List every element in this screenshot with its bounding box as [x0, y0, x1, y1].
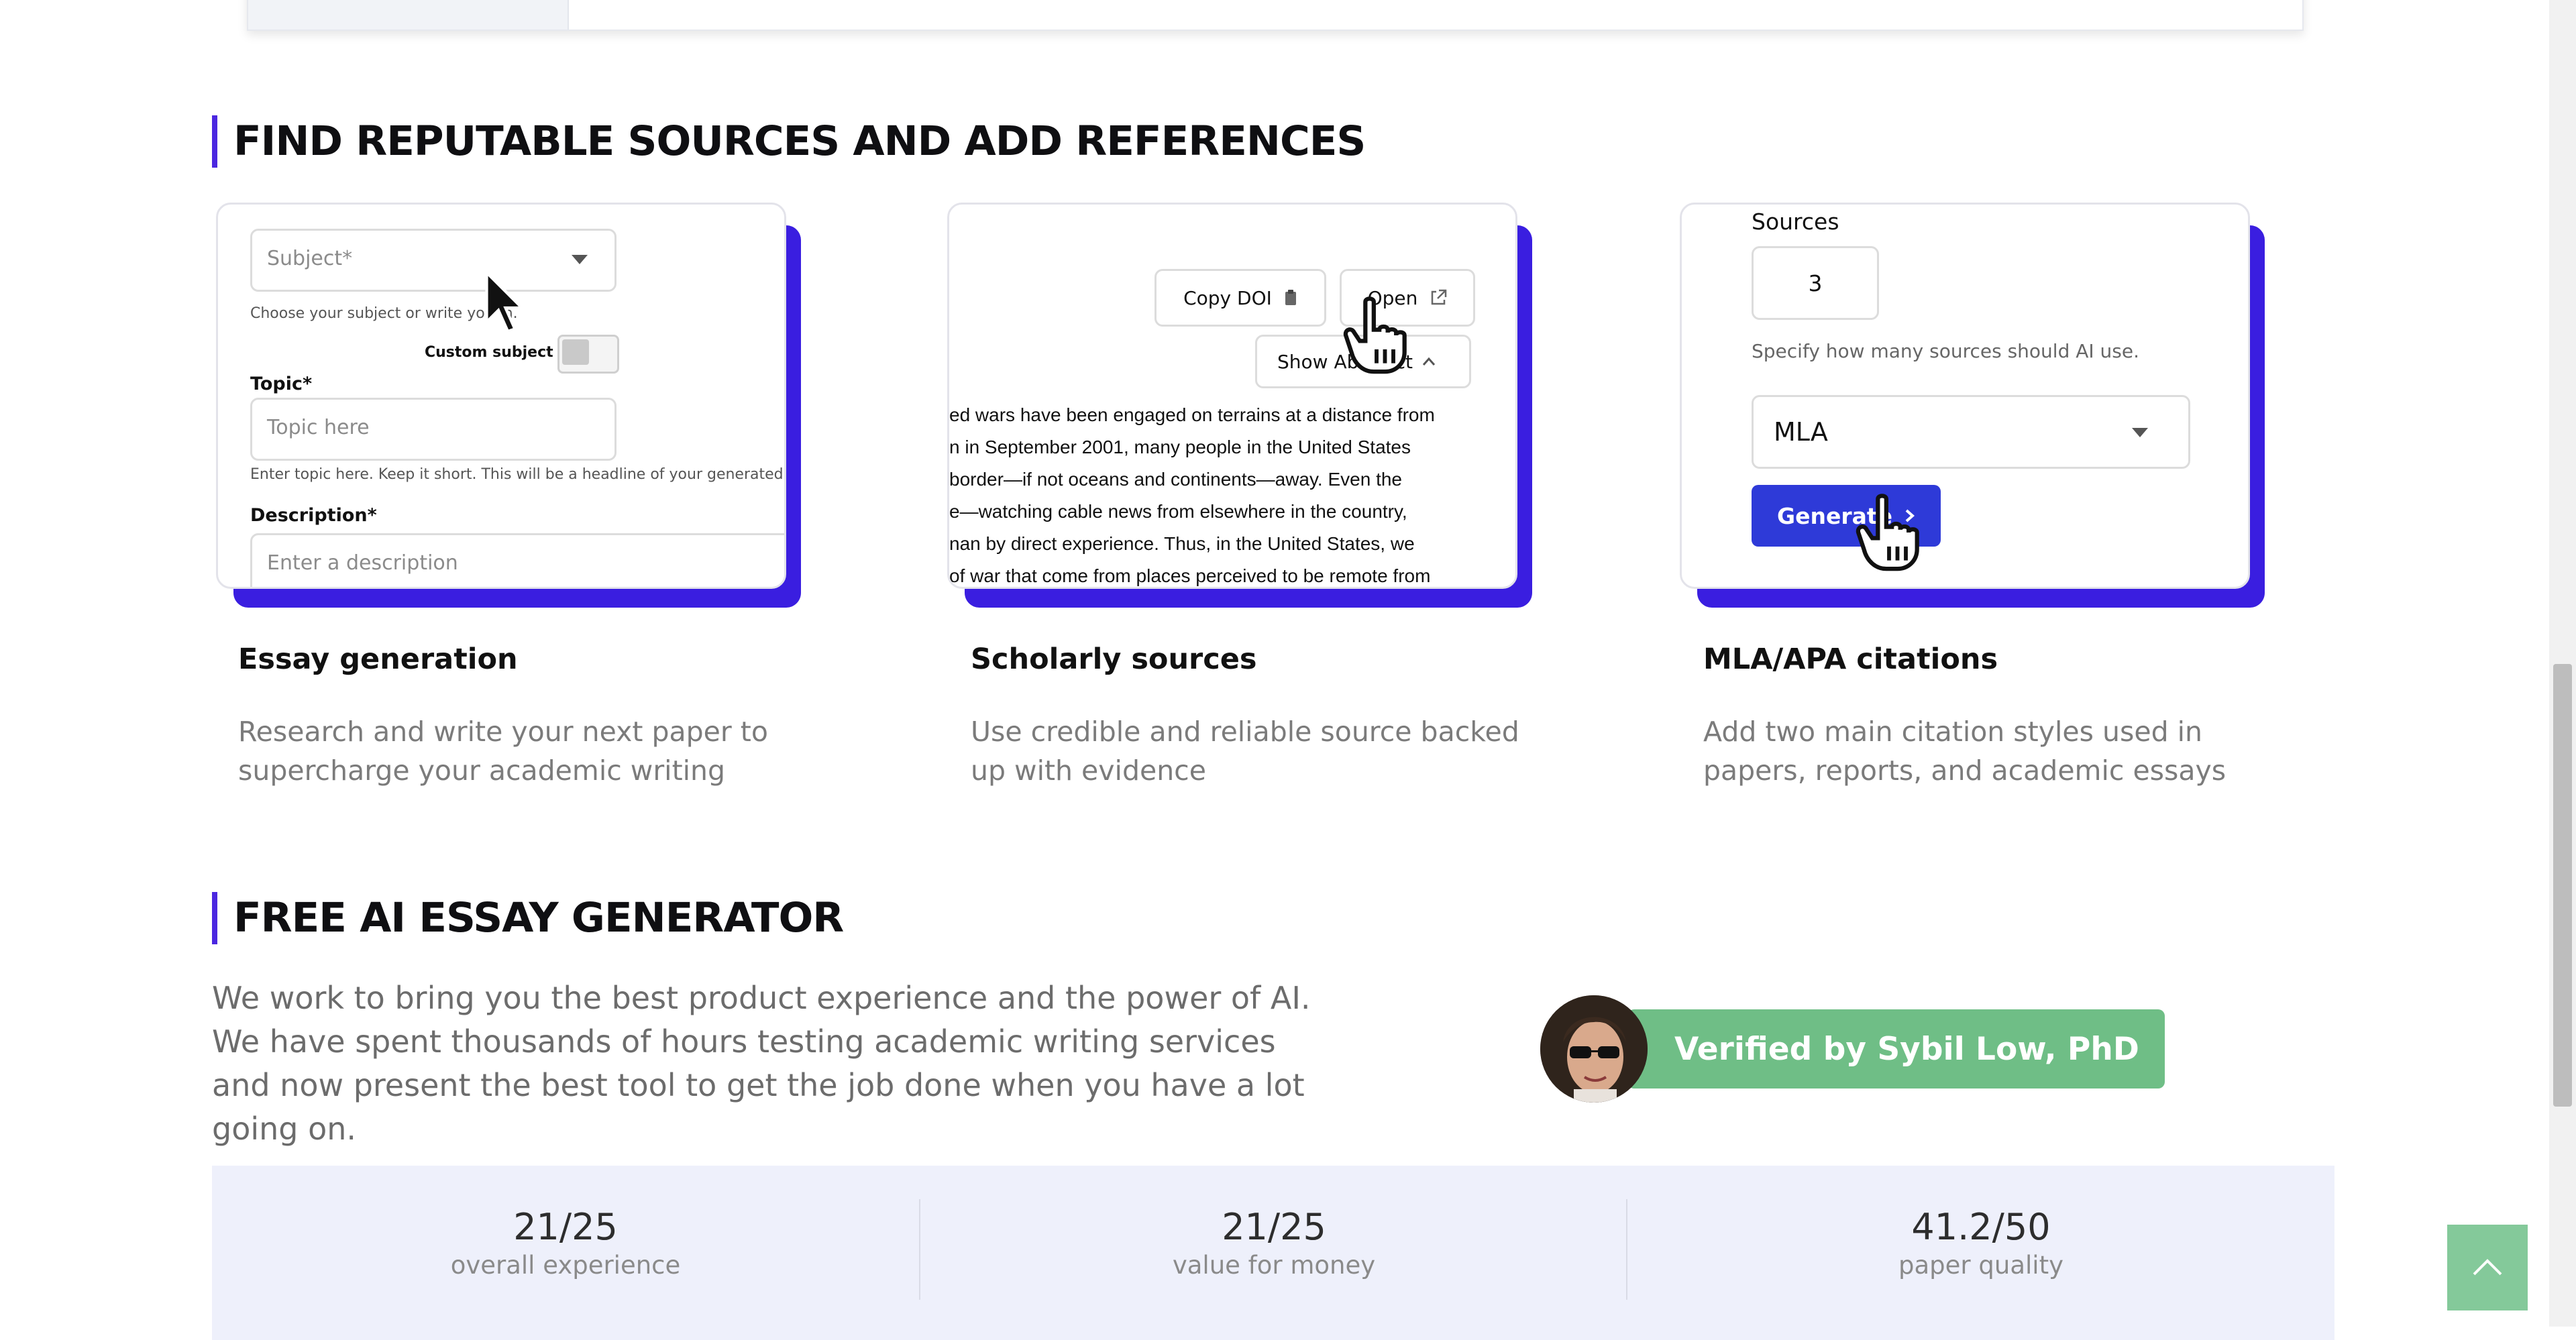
sources-hint: Specify how many sources should AI use. — [1752, 340, 2140, 362]
card-preview-citations: Sources 3 Specify how many sources shoul… — [1680, 203, 2250, 589]
feature-desc-sources: Use credible and reliable source backed … — [971, 716, 1519, 787]
stat-label: paper quality — [1898, 1251, 2063, 1280]
back-to-top-button[interactable] — [2447, 1225, 2528, 1310]
excerpt-line: ed wars have been engaged on terrains at… — [949, 404, 1435, 425]
chevron-up-icon — [1422, 357, 1436, 366]
feature-title-citations: MLA/APA citations — [1703, 643, 1998, 676]
section-title-sources: FIND REPUTABLE SOURCES AND ADD REFERENCE… — [212, 115, 1366, 168]
topic-hint: Enter topic here. Keep it short. This wi… — [250, 466, 784, 483]
subject-hint: Choose your subject or write yo n. — [250, 305, 518, 322]
stat-value: 21/25 — [1222, 1206, 1326, 1248]
pointer-cursor-icon — [485, 270, 526, 333]
description-label: Description* — [250, 505, 377, 526]
copy-doi-button[interactable]: Copy DOI — [1155, 269, 1326, 327]
topic-input[interactable]: Topic here — [250, 398, 616, 461]
subject-placeholder: Subject* — [267, 247, 353, 270]
chevron-up-icon — [2473, 1259, 2502, 1276]
verified-label: Verified by Sybil Low, PhD — [1627, 1009, 2165, 1088]
clipboard-icon — [1285, 290, 1296, 305]
panel-sidebar — [248, 0, 569, 30]
section-title-free-ai: FREE AI ESSAY GENERATOR — [212, 892, 844, 944]
scrollbar-thumb[interactable] — [2553, 664, 2572, 1107]
hand-cursor-icon — [1856, 494, 1919, 571]
intro-paragraph: We work to bring you the best product ex… — [212, 980, 1311, 1147]
stats-panel: 21/25 overall experience 21/25 value for… — [212, 1166, 2334, 1340]
stat-label: overall experience — [450, 1251, 681, 1280]
description-placeholder: Enter a description — [267, 551, 458, 575]
reviewer-photo — [1540, 995, 1648, 1103]
abstract-excerpt: ed wars have been engaged on terrains at… — [949, 399, 1515, 587]
chevron-down-icon — [572, 255, 588, 264]
avatar — [1540, 995, 1648, 1103]
excerpt-line: n in September 2001, many people in the … — [949, 437, 1411, 457]
feature-title-essay: Essay generation — [238, 643, 518, 676]
excerpt-line: e—watching cable news from elsewhere in … — [949, 501, 1407, 522]
stat-overall: 21/25 overall experience — [212, 1206, 919, 1280]
stat-value: 21/25 — [513, 1206, 618, 1248]
citation-style-value: MLA — [1774, 417, 1828, 447]
feature-card-citations: Sources 3 Specify how many sources shoul… — [1680, 203, 2265, 608]
feature-desc-essay: Research and write your next paper to su… — [238, 716, 768, 787]
subject-select[interactable]: Subject* — [250, 229, 616, 292]
feature-card-essay: Subject* Choose your subject or write yo… — [216, 203, 801, 608]
verified-badge[interactable]: Verified by Sybil Low, PhD — [1540, 995, 2165, 1103]
feature-desc-citations: Add two main citation styles used in pap… — [1703, 716, 2226, 787]
card-preview-form: Subject* Choose your subject or write yo… — [216, 203, 786, 589]
custom-subject-label: Custom subject — [425, 344, 553, 361]
topic-label: Topic* — [250, 374, 313, 394]
copy-doi-label: Copy DOI — [1183, 286, 1272, 309]
stat-value-money: 21/25 value for money — [920, 1206, 1627, 1280]
excerpt-line: of war that come from places perceived t… — [949, 565, 1431, 586]
excerpt-line: nan by direct experience. Thus, in the U… — [949, 533, 1415, 554]
sources-label: Sources — [1752, 209, 1839, 235]
sources-count-input[interactable]: 3 — [1752, 246, 1879, 320]
citation-style-select[interactable]: MLA — [1752, 395, 2190, 469]
description-input[interactable]: Enter a description — [250, 533, 784, 587]
stat-value: 41.2/50 — [1911, 1206, 2051, 1248]
page-scrollbar[interactable] — [2549, 0, 2576, 1327]
hand-cursor-icon — [1343, 296, 1407, 374]
stat-paper-quality: 41.2/50 paper quality — [1627, 1206, 2334, 1280]
topic-placeholder: Topic here — [267, 416, 370, 439]
card-preview-sources: Copy DOI Open Show Abstract ed wars have… — [947, 203, 1517, 589]
feature-card-sources: Copy DOI Open Show Abstract ed wars have… — [947, 203, 1532, 608]
feature-title-sources: Scholarly sources — [971, 643, 1257, 676]
chevron-down-icon — [2132, 428, 2148, 437]
custom-subject-toggle[interactable] — [557, 335, 619, 374]
excerpt-line: border—if not oceans and continents—away… — [949, 469, 1402, 490]
sources-count-value: 3 — [1808, 270, 1823, 296]
stat-label: value for money — [1172, 1251, 1376, 1280]
external-link-icon — [1432, 289, 1447, 305]
previous-section-panel — [247, 0, 2304, 31]
